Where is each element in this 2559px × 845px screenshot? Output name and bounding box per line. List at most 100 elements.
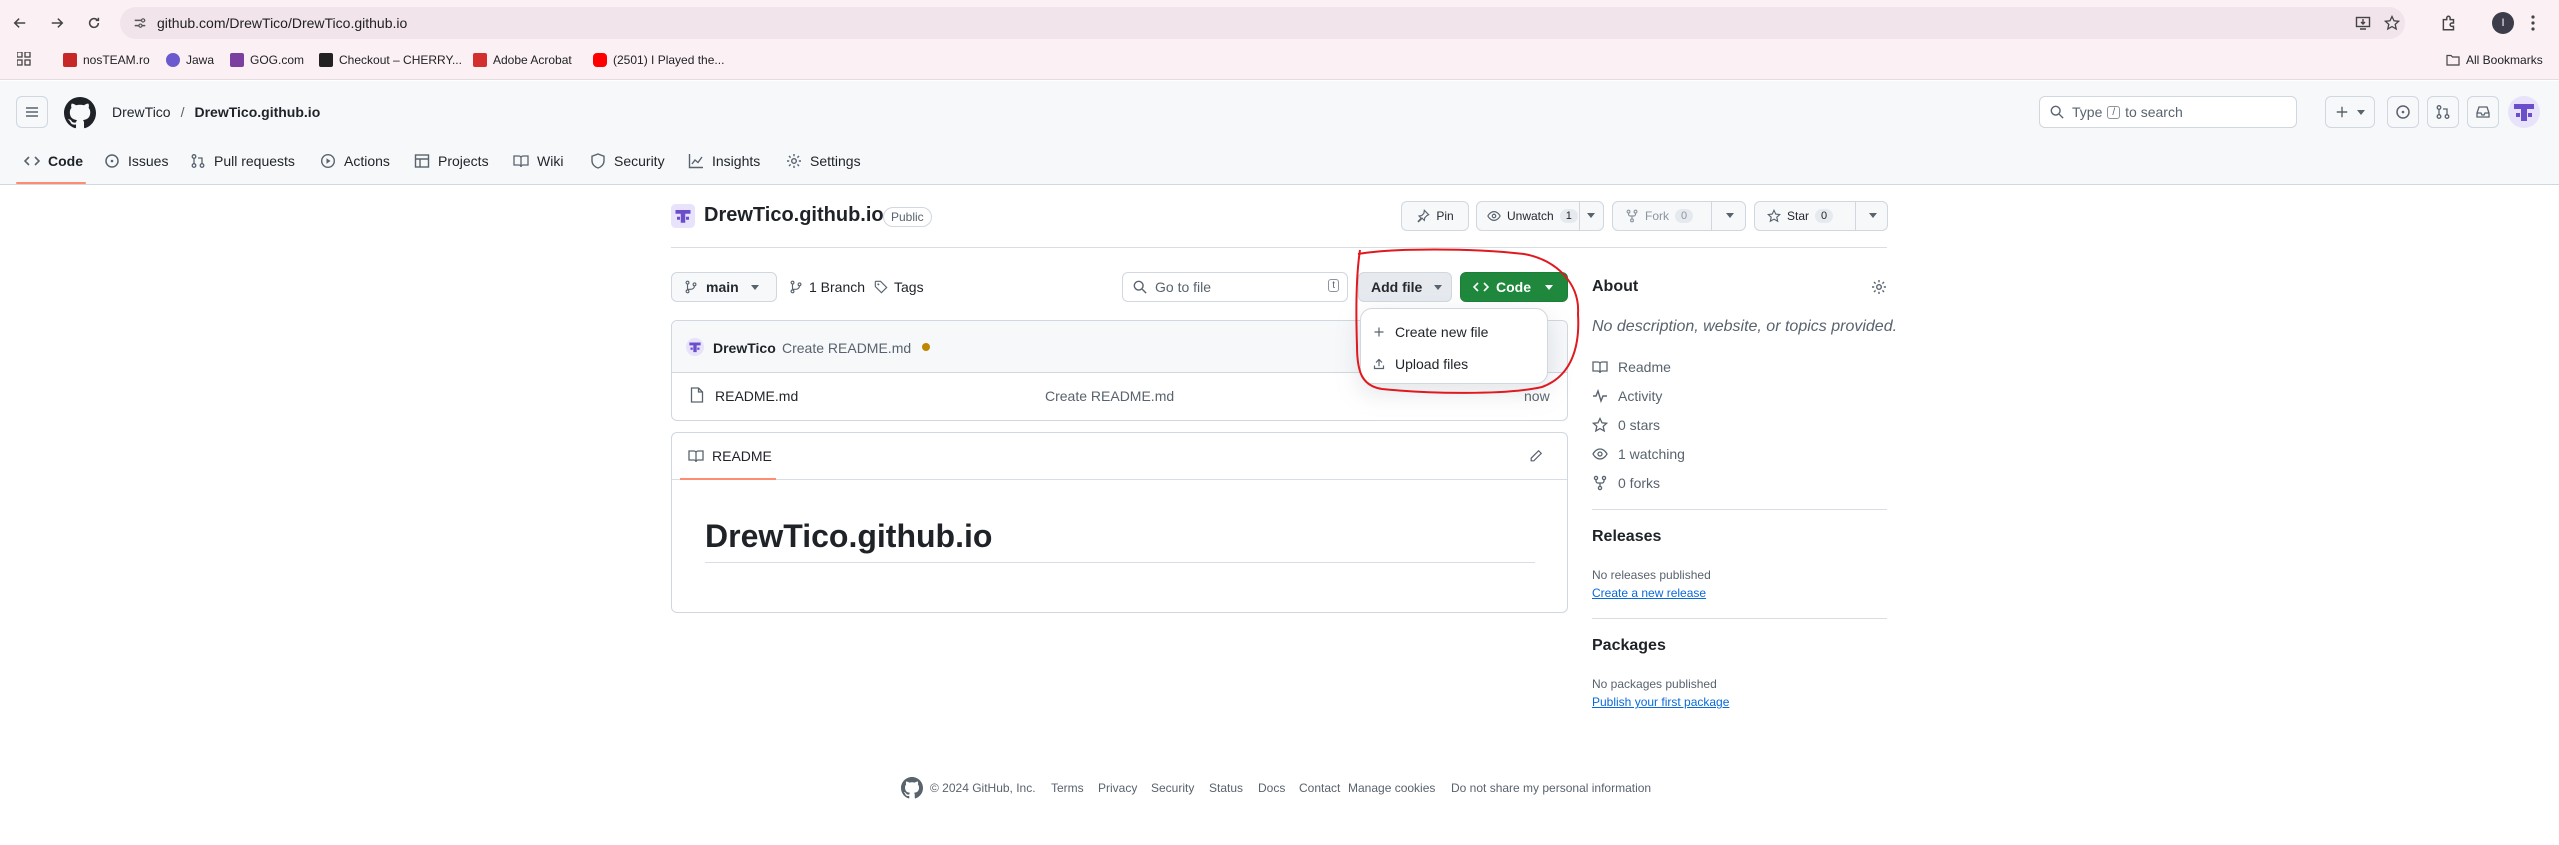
pull-requests-button[interactable]: [2427, 96, 2459, 128]
hamburger-menu-button[interactable]: [16, 96, 48, 128]
footer-link-privacy[interactable]: Privacy: [1098, 781, 1137, 795]
repo-title[interactable]: DrewTico.github.io: [704, 204, 884, 227]
user-avatar-icon[interactable]: [2508, 96, 2540, 128]
git-pull-request-icon: [2436, 105, 2450, 119]
issue-opened-icon: [2396, 105, 2410, 119]
tab-insights[interactable]: Insights: [688, 150, 760, 172]
github-mark-icon[interactable]: [901, 777, 923, 799]
footer-link-do-not-share[interactable]: Do not share my personal information: [1451, 781, 1651, 795]
pencil-icon[interactable]: [1529, 449, 1543, 463]
footer-link-manage-cookies[interactable]: Manage cookies: [1348, 781, 1435, 795]
triangle-down-icon[interactable]: [1726, 213, 1734, 218]
triangle-down-icon[interactable]: [1869, 213, 1877, 218]
extensions-icon[interactable]: [2440, 14, 2458, 32]
search-icon: [1133, 280, 1147, 294]
releases-title[interactable]: Releases: [1592, 528, 1661, 546]
branch-selector-button[interactable]: main: [671, 272, 777, 302]
tab-actions[interactable]: Actions: [320, 150, 390, 172]
fork-button[interactable]: Fork 0: [1612, 201, 1746, 231]
readme-link-label: Readme: [1618, 359, 1671, 375]
go-to-file-input[interactable]: Go to file t: [1122, 272, 1348, 302]
bookmark-adobe[interactable]: Adobe Acrobat: [473, 50, 572, 70]
search-input[interactable]: Type / to search: [2039, 96, 2297, 128]
fork-counter: 0: [1675, 209, 1694, 223]
all-bookmarks-button[interactable]: All Bookmarks: [2446, 50, 2543, 70]
kebab-menu-icon[interactable]: [2530, 14, 2536, 32]
forward-button[interactable]: [44, 10, 70, 36]
create-new-button[interactable]: [2325, 96, 2375, 128]
file-name[interactable]: README.md: [715, 388, 798, 404]
github-logo-icon[interactable]: [64, 97, 96, 129]
file-commit-message[interactable]: Create README.md: [1045, 388, 1174, 404]
footer-link-docs[interactable]: Docs: [1258, 781, 1285, 795]
commit-status-dot[interactable]: [922, 343, 930, 351]
tab-projects[interactable]: Projects: [414, 150, 489, 172]
tab-label: Actions: [344, 153, 390, 169]
unwatch-label: Unwatch: [1507, 209, 1554, 223]
owner-link[interactable]: DrewTico: [112, 104, 171, 120]
all-bookmarks-label: All Bookmarks: [2466, 53, 2543, 67]
watching-link[interactable]: 1 watching: [1592, 444, 1685, 464]
install-app-icon[interactable]: [2355, 15, 2371, 31]
pin-button[interactable]: Pin: [1401, 201, 1469, 231]
unwatch-button[interactable]: Unwatch 1: [1476, 201, 1604, 231]
address-bar[interactable]: github.com/DrewTico/DrewTico.github.io: [120, 7, 2405, 39]
red-annotation-scribble: [1355, 248, 1580, 394]
publish-package-link[interactable]: Publish your first package: [1592, 695, 1729, 709]
gear-icon[interactable]: [1871, 279, 1887, 295]
bookmark-label: GOG.com: [250, 53, 305, 67]
tab-code[interactable]: Code: [24, 150, 83, 172]
inbox-button[interactable]: [2467, 96, 2499, 128]
footer-link-status[interactable]: Status: [1209, 781, 1243, 795]
repo-owner-avatar-icon: [671, 204, 695, 228]
triangle-down-icon[interactable]: [1587, 213, 1595, 218]
tags-label: Tags: [894, 279, 924, 295]
bookmark-gog[interactable]: GOG.com: [230, 50, 304, 70]
create-release-link[interactable]: Create a new release: [1592, 586, 1706, 600]
footer-link-terms[interactable]: Terms: [1051, 781, 1084, 795]
bookmark-star-icon[interactable]: [2384, 15, 2400, 31]
tags-link[interactable]: Tags: [874, 279, 924, 295]
star-icon: [1592, 417, 1608, 433]
tab-label: Issues: [128, 153, 169, 169]
browser-toolbar: github.com/DrewTico/DrewTico.github.io I: [0, 0, 2559, 47]
bookmark-jawa[interactable]: Jawa: [166, 50, 214, 70]
bookmark-nosteam[interactable]: nosTEAM.ro: [63, 50, 150, 70]
readme-heading-rule: [705, 562, 1535, 563]
triangle-down-icon: [750, 284, 759, 290]
reload-button[interactable]: [81, 10, 107, 36]
book-icon: [688, 450, 704, 463]
commit-message[interactable]: Create README.md: [782, 340, 911, 356]
commit-author[interactable]: DrewTico: [713, 340, 776, 356]
stars-link-label: 0 stars: [1618, 417, 1661, 433]
bookmark-cherry[interactable]: Checkout – CHERRY...: [319, 50, 462, 70]
bookmark-youtube[interactable]: (2501) I Played the...: [593, 50, 724, 70]
repo-link[interactable]: DrewTico.github.io: [195, 104, 321, 120]
hamburger-icon: [26, 107, 38, 117]
forks-link[interactable]: 0 forks: [1592, 473, 1660, 493]
youtube-favicon-icon: [593, 53, 607, 67]
star-button[interactable]: Star 0: [1754, 201, 1888, 231]
stars-link[interactable]: 0 stars: [1592, 415, 1660, 435]
repo-forked-icon: [1626, 209, 1638, 223]
tab-pull-requests[interactable]: Pull requests: [190, 150, 295, 172]
apps-grid-icon[interactable]: [17, 52, 31, 66]
issues-button[interactable]: [2387, 96, 2419, 128]
tab-security[interactable]: Security: [590, 150, 665, 172]
bookmark-label: Jawa: [186, 53, 215, 67]
readme-tab[interactable]: README: [688, 448, 772, 464]
tab-issues[interactable]: Issues: [104, 150, 168, 172]
packages-title[interactable]: Packages: [1592, 637, 1666, 655]
branches-label: 1 Branch: [809, 279, 866, 295]
tab-wiki[interactable]: Wiki: [513, 150, 563, 172]
tab-settings[interactable]: Settings: [786, 150, 861, 172]
activity-link[interactable]: Activity: [1592, 386, 1662, 406]
site-settings-icon[interactable]: [133, 16, 147, 30]
readme-link[interactable]: Readme: [1592, 357, 1671, 377]
branches-link[interactable]: 1 Branch: [789, 279, 865, 295]
footer-link-contact[interactable]: Contact: [1299, 781, 1340, 795]
profile-avatar[interactable]: I: [2492, 12, 2514, 34]
footer-link-security[interactable]: Security: [1151, 781, 1194, 795]
table-icon: [414, 154, 430, 168]
back-button[interactable]: [7, 10, 33, 36]
